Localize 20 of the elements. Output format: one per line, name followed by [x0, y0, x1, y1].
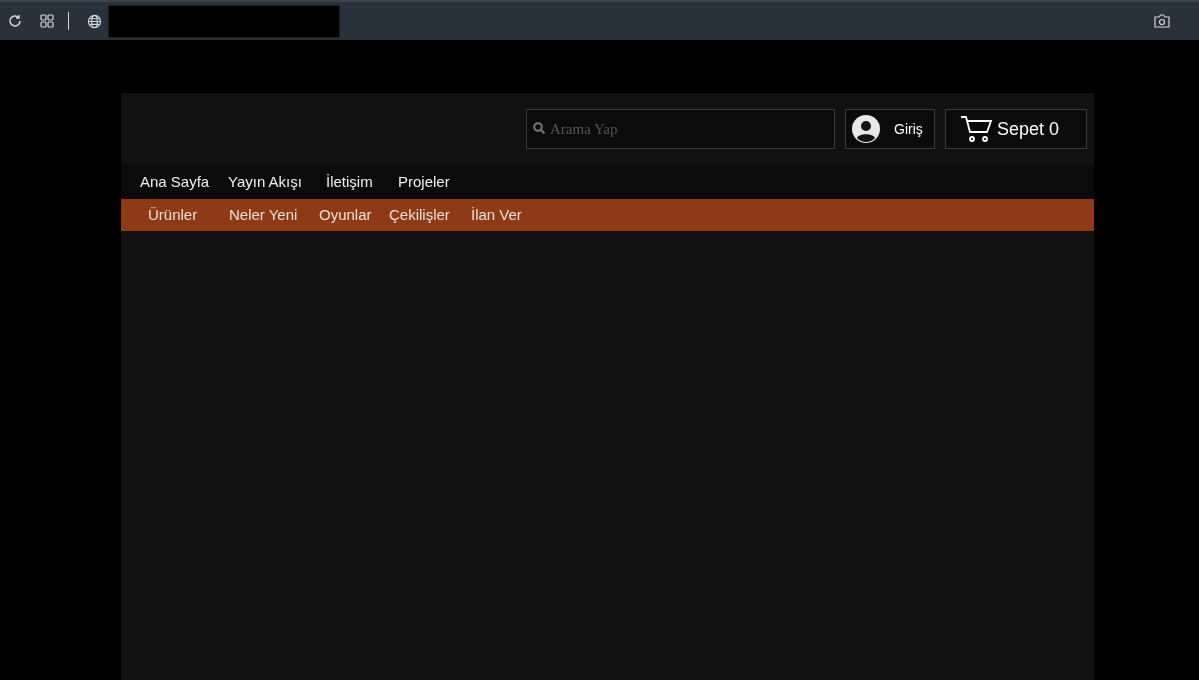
reload-icon[interactable]: [7, 13, 23, 29]
cart-icon: [960, 115, 993, 143]
user-avatar-icon: [852, 115, 880, 143]
nav-link[interactable]: İlan Ver: [471, 203, 541, 227]
nav-link[interactable]: Oyunlar: [319, 203, 389, 227]
nav-link[interactable]: Neler Yeni: [229, 203, 319, 227]
camera-icon[interactable]: [1154, 14, 1170, 28]
search-field[interactable]: Arama Yap: [526, 109, 835, 149]
nav-link[interactable]: Çekilişler: [389, 203, 471, 227]
nav-link[interactable]: Projeler: [398, 170, 468, 194]
nav-link[interactable]: İletişim: [326, 170, 398, 194]
address-field[interactable]: [108, 4, 340, 38]
search-icon: [533, 122, 546, 135]
grid-icon[interactable]: [40, 14, 54, 28]
nav-link[interactable]: Yayın Akışı: [228, 170, 326, 194]
nav-link[interactable]: Ana Sayfa: [140, 170, 228, 194]
globe-icon[interactable]: [87, 13, 102, 29]
login-button[interactable]: Giriş: [845, 109, 935, 149]
nav-link[interactable]: Ürünler: [148, 203, 229, 227]
cart-button[interactable]: Sepet 0: [945, 109, 1087, 149]
